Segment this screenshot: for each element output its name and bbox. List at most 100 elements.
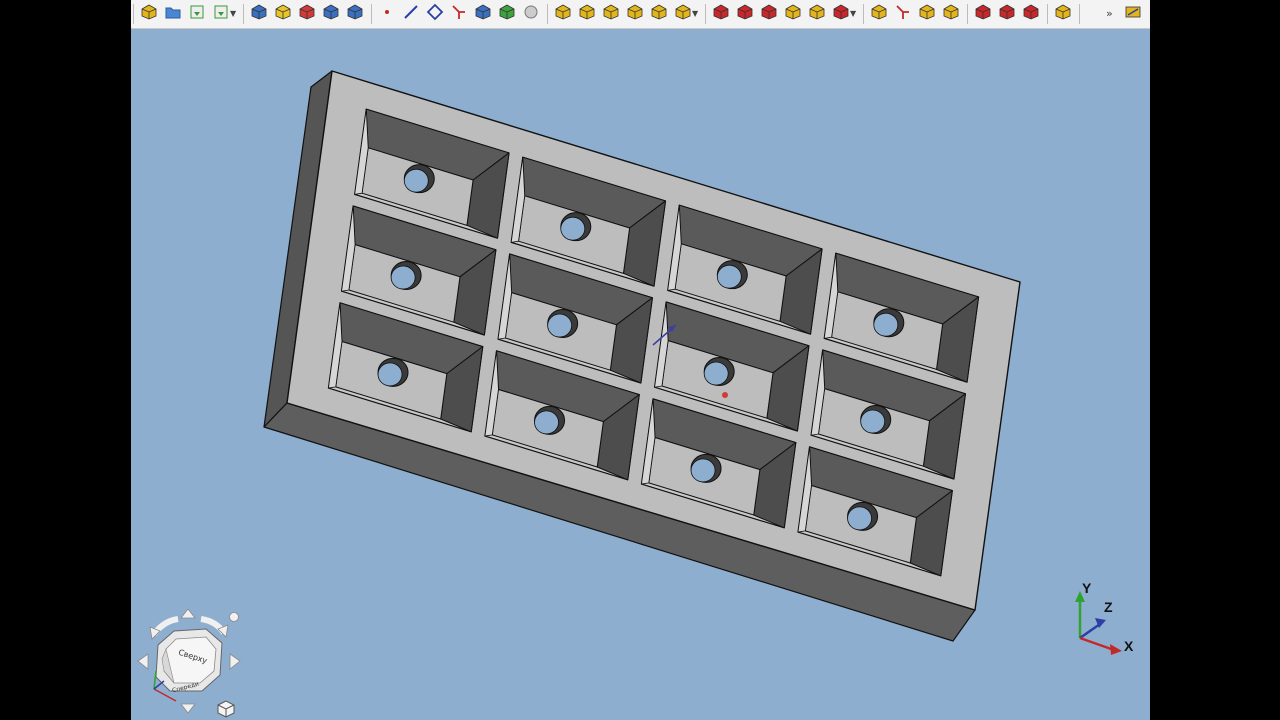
- toolbar-separator: [1047, 4, 1048, 24]
- toolbar-separator: [863, 4, 864, 24]
- hole-button[interactable]: [735, 4, 755, 24]
- menu-dot-icon[interactable]: [229, 612, 239, 622]
- additive-box-icon: [674, 3, 692, 25]
- toolbar-separator: [967, 4, 968, 24]
- loft-icon: [602, 3, 620, 25]
- subtractive-box-button[interactable]: [831, 4, 851, 24]
- groove-button[interactable]: [759, 4, 779, 24]
- navigation-cube[interactable]: Сверху Спереди: [136, 609, 256, 719]
- toolbar-separator: [705, 4, 706, 24]
- green-body-icon: [498, 3, 516, 25]
- view-menu-cube-icon[interactable]: [217, 700, 235, 718]
- mirror-button[interactable]: [869, 4, 889, 24]
- create-body-icon: [250, 3, 268, 25]
- toolbar-separator: [243, 4, 244, 24]
- part-view-button[interactable]: [321, 4, 341, 24]
- create-sketch-icon: [274, 3, 292, 25]
- toolbar-overflow-button[interactable]: »: [1106, 7, 1113, 20]
- polar-pattern-icon: [918, 3, 936, 25]
- dropdown-arrow-icon[interactable]: ▼: [230, 9, 236, 18]
- constraint-icon: [450, 3, 468, 25]
- x-axis-line: [1079, 636, 1115, 652]
- additive-box-button[interactable]: [673, 4, 693, 24]
- revolution-button[interactable]: [577, 4, 597, 24]
- create-body-button[interactable]: [249, 4, 269, 24]
- polyline-button[interactable]: [425, 3, 445, 25]
- subtractive-pipe-icon: [808, 3, 826, 25]
- measure-icon: [1124, 3, 1142, 25]
- multi-transform-button[interactable]: [941, 4, 961, 24]
- save-as-button[interactable]: [211, 4, 231, 24]
- pipe-icon: [626, 3, 644, 25]
- groove-icon: [760, 3, 778, 25]
- fillet-button[interactable]: [973, 4, 993, 24]
- pad-icon: [554, 3, 572, 25]
- pipe-button[interactable]: [625, 4, 645, 24]
- measure-button[interactable]: [1053, 4, 1073, 24]
- draft-icon: [1022, 3, 1040, 25]
- multi-transform-icon: [942, 3, 960, 25]
- save-button[interactable]: [187, 4, 207, 24]
- line-icon: [402, 3, 420, 25]
- linear-pattern-button[interactable]: [893, 4, 913, 24]
- save-icon: [188, 3, 206, 25]
- point-button[interactable]: [377, 4, 397, 24]
- arrow-down-icon[interactable]: [180, 703, 196, 714]
- import-button[interactable]: [297, 4, 317, 24]
- line-button[interactable]: [401, 4, 421, 24]
- pocket-button[interactable]: [711, 4, 731, 24]
- open-file-button[interactable]: [163, 4, 183, 24]
- y-axis-label: Y: [1082, 580, 1092, 596]
- cube-body[interactable]: Сверху Спереди: [155, 628, 223, 694]
- subtractive-box-icon: [832, 3, 850, 25]
- subtractive-pipe-button[interactable]: [807, 4, 827, 24]
- revolution-icon: [578, 3, 596, 25]
- x-axis-label: X: [1124, 638, 1134, 654]
- 3d-scene[interactable]: [131, 29, 1150, 720]
- hole-icon: [736, 3, 754, 25]
- dropdown-arrow-icon[interactable]: ▼: [692, 9, 698, 18]
- subtractive-loft-button[interactable]: [783, 4, 803, 24]
- new-file-button[interactable]: [139, 4, 159, 24]
- freecad-window: ▼ ▼ ▼» Сверху Спереди Y Z X: [131, 0, 1150, 720]
- arrow-left-icon[interactable]: [137, 653, 149, 670]
- loft-button[interactable]: [601, 4, 621, 24]
- pad-button[interactable]: [553, 4, 573, 24]
- fillet-icon: [974, 3, 992, 25]
- shape-binder-button[interactable]: [521, 4, 541, 24]
- polyline-icon: [426, 3, 444, 25]
- validate-sketch-button[interactable]: [345, 4, 365, 24]
- toolbar-grip[interactable]: [133, 4, 134, 24]
- z-axis-label: Z: [1104, 599, 1113, 615]
- save-as-icon: [212, 3, 230, 25]
- toolbar-separator: [1079, 4, 1080, 24]
- arrow-up-icon[interactable]: [180, 609, 196, 619]
- 3d-viewport[interactable]: Сверху Спереди Y Z X: [131, 29, 1150, 720]
- chamfer-button[interactable]: [997, 4, 1017, 24]
- main-toolbar: ▼ ▼ ▼ »: [131, 0, 1150, 29]
- subtractive-loft-icon: [784, 3, 802, 25]
- toolbar-separator: [371, 4, 372, 24]
- dropdown-arrow-icon[interactable]: ▼: [850, 9, 856, 18]
- constraint-button[interactable]: [449, 4, 469, 24]
- body-button[interactable]: [473, 4, 493, 24]
- point-icon: [378, 3, 396, 25]
- open-file-icon: [164, 3, 182, 25]
- draft-button[interactable]: [1021, 4, 1041, 24]
- green-body-button[interactable]: [497, 4, 517, 24]
- z-axis-line: [1079, 622, 1101, 640]
- shape-binder-icon: [522, 3, 540, 25]
- linear-pattern-icon: [894, 3, 912, 25]
- body-icon: [474, 3, 492, 25]
- validate-sketch-icon: [346, 3, 364, 25]
- polar-pattern-button[interactable]: [917, 4, 937, 24]
- part-view-icon: [322, 3, 340, 25]
- measure-icon: [1054, 3, 1072, 25]
- arrow-right-icon[interactable]: [229, 653, 241, 670]
- helix-icon: [650, 3, 668, 25]
- helix-button[interactable]: [649, 4, 669, 24]
- mirror-icon: [870, 3, 888, 25]
- create-sketch-button[interactable]: [273, 4, 293, 24]
- pocket-icon: [712, 3, 730, 25]
- measure-tool-button[interactable]: [1123, 4, 1143, 24]
